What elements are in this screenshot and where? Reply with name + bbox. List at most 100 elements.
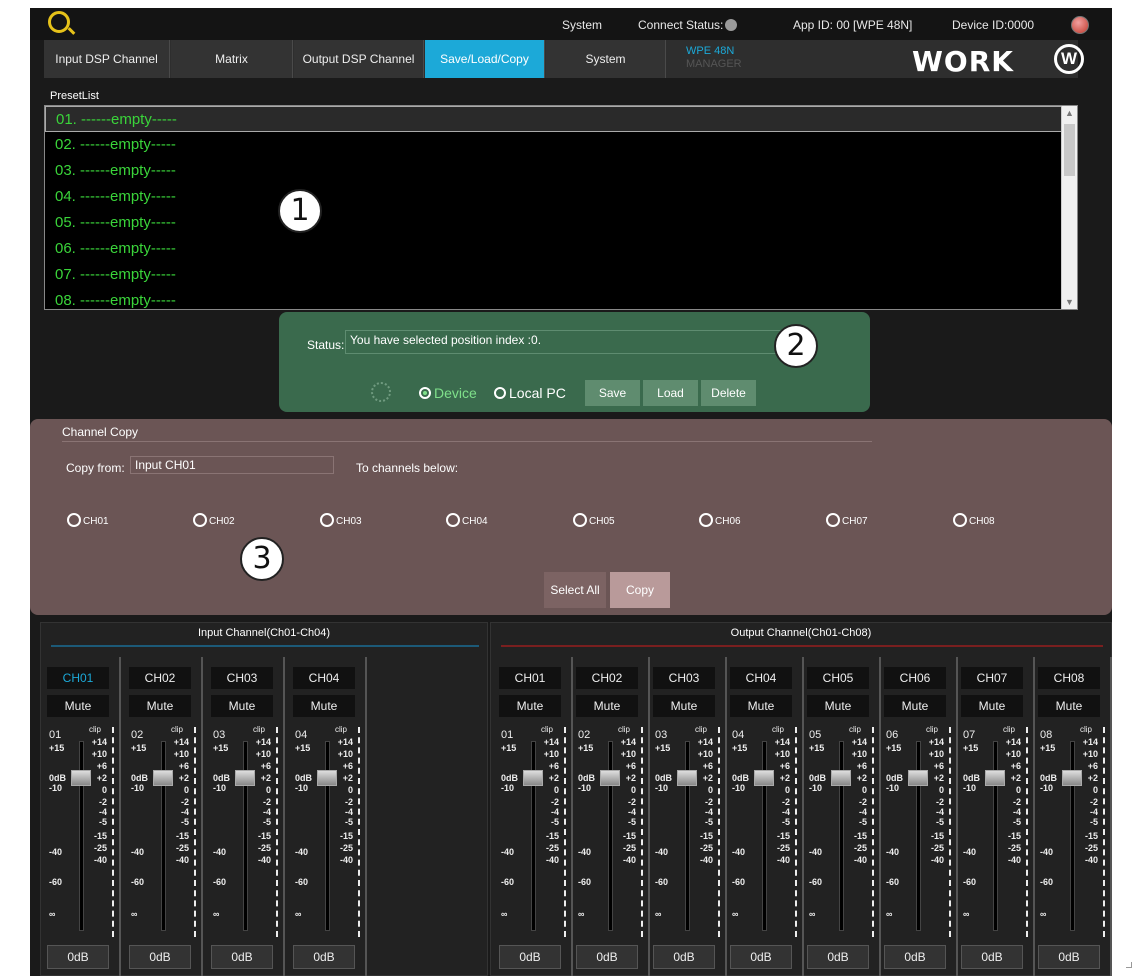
preset-scrollbar[interactable]: ▲ ▼ [1061, 106, 1077, 309]
left-scale-label: -60 [732, 877, 746, 887]
preset-item[interactable]: 01. ------empty----- [45, 106, 1077, 132]
mute-button[interactable]: Mute [1038, 695, 1100, 717]
gain-readout[interactable]: 0dB [1038, 945, 1100, 969]
mute-button[interactable]: Mute [730, 695, 792, 717]
gain-readout[interactable]: 0dB [211, 945, 273, 969]
preset-item[interactable]: 08. ------empty----- [45, 288, 1077, 309]
copy-button[interactable]: Copy [610, 572, 670, 608]
fader-handle[interactable] [831, 770, 851, 786]
select-all-button[interactable]: Select All [544, 572, 606, 608]
right-scale-label: -15 [175, 831, 189, 841]
right-scale-label: +10 [255, 749, 271, 759]
gain-readout[interactable]: 0dB [47, 945, 109, 969]
radio-device[interactable]: Device [419, 385, 477, 401]
load-button[interactable]: Load [643, 380, 698, 406]
mute-button[interactable]: Mute [576, 695, 638, 717]
system-menu[interactable]: System [562, 18, 602, 32]
tab-matrix[interactable]: Matrix [171, 40, 293, 78]
copy-target-ch03[interactable]: CH03 [320, 513, 362, 527]
channel-copy-panel: Channel Copy Copy from: Input CH01 To ch… [30, 419, 1112, 615]
preset-item[interactable]: 05. ------empty----- [45, 210, 1077, 236]
gain-readout[interactable]: 0dB [730, 945, 792, 969]
copy-target-ch02[interactable]: CH02 [193, 513, 235, 527]
gain-readout[interactable]: 0dB [293, 945, 355, 969]
channel-name[interactable]: CH04 [293, 667, 355, 689]
gain-readout[interactable]: 0dB [499, 945, 561, 969]
channel-name[interactable]: CH08 [1038, 667, 1100, 689]
fader-handle[interactable] [153, 770, 173, 786]
mute-button[interactable]: Mute [499, 695, 561, 717]
gain-readout[interactable]: 0dB [653, 945, 715, 969]
preset-item[interactable]: 02. ------empty----- [45, 132, 1077, 158]
close-button[interactable] [1071, 16, 1089, 34]
fader-handle[interactable] [908, 770, 928, 786]
scroll-thumb[interactable] [1064, 124, 1075, 176]
mute-button[interactable]: Mute [293, 695, 355, 717]
fader-handle[interactable] [523, 770, 543, 786]
channel-name[interactable]: CH01 [47, 667, 109, 689]
mute-button[interactable]: Mute [129, 695, 191, 717]
fader-handle[interactable] [317, 770, 337, 786]
fader-handle[interactable] [600, 770, 620, 786]
gain-readout[interactable]: 0dB [129, 945, 191, 969]
channel-name[interactable]: CH01 [499, 667, 561, 689]
save-button[interactable]: Save [585, 380, 640, 406]
channel-name[interactable]: CH03 [211, 667, 273, 689]
channel-name[interactable]: CH02 [129, 667, 191, 689]
mute-button[interactable]: Mute [884, 695, 946, 717]
copy-from-field[interactable]: Input CH01 [130, 456, 334, 474]
preset-item[interactable]: 04. ------empty----- [45, 184, 1077, 210]
marker-3: 3 [240, 537, 284, 581]
gain-readout[interactable]: 0dB [884, 945, 946, 969]
mute-button[interactable]: Mute [961, 695, 1023, 717]
copy-target-ch08[interactable]: CH08 [953, 513, 995, 527]
left-scale-label: -10 [49, 783, 63, 793]
gain-readout[interactable]: 0dB [961, 945, 1023, 969]
preset-item[interactable]: 06. ------empty----- [45, 236, 1077, 262]
copy-target-ch01[interactable]: CH01 [67, 513, 109, 527]
scroll-down-icon[interactable]: ▼ [1065, 297, 1074, 307]
preset-item[interactable]: 07. ------empty----- [45, 262, 1077, 288]
fader-handle[interactable] [235, 770, 255, 786]
fader-handle[interactable] [677, 770, 697, 786]
copy-target-ch05[interactable]: CH05 [573, 513, 615, 527]
preset-item[interactable]: 03. ------empty----- [45, 158, 1077, 184]
copy-target-ch04[interactable]: CH04 [446, 513, 488, 527]
copy-target-ch07[interactable]: CH07 [826, 513, 868, 527]
gain-readout[interactable]: 0dB [807, 945, 869, 969]
left-scale-label: +15 [578, 743, 594, 753]
left-scale-label: -40 [213, 847, 227, 857]
preset-list[interactable]: 01. ------empty----- 02. ------empty-----… [44, 105, 1078, 310]
right-scale-label: -40 [930, 855, 944, 865]
resize-grip-icon[interactable] [1126, 962, 1132, 968]
scroll-up-icon[interactable]: ▲ [1065, 108, 1074, 118]
channel-name[interactable]: CH07 [961, 667, 1023, 689]
fader-handle[interactable] [1062, 770, 1082, 786]
mute-button[interactable]: Mute [653, 695, 715, 717]
channel-name[interactable]: CH03 [653, 667, 715, 689]
channel-name[interactable]: CH04 [730, 667, 792, 689]
left-scale-label: ∞ [501, 909, 508, 919]
channel-name[interactable]: CH02 [576, 667, 638, 689]
radio-local-pc[interactable]: Local PC [494, 385, 566, 401]
gain-readout[interactable]: 0dB [576, 945, 638, 969]
fader-handle[interactable] [985, 770, 1005, 786]
fader-handle[interactable] [71, 770, 91, 786]
tab-output-dsp-channel[interactable]: Output DSP Channel [294, 40, 424, 78]
tab-system[interactable]: System [546, 40, 666, 78]
channel-name[interactable]: CH05 [807, 667, 869, 689]
left-scale-label: -40 [732, 847, 746, 857]
mute-button[interactable]: Mute [211, 695, 273, 717]
copy-target-ch06[interactable]: CH06 [699, 513, 741, 527]
tab-save-load-copy[interactable]: Save/Load/Copy [425, 40, 545, 78]
right-scale-label: -40 [175, 855, 189, 865]
mute-button[interactable]: Mute [47, 695, 109, 717]
delete-button[interactable]: Delete [701, 380, 756, 406]
left-scale-label: -60 [49, 877, 63, 887]
fader-handle[interactable] [754, 770, 774, 786]
mute-button[interactable]: Mute [807, 695, 869, 717]
tab-input-dsp-channel[interactable]: Input DSP Channel [44, 40, 170, 78]
channel-name[interactable]: CH06 [884, 667, 946, 689]
right-scale-label: -5 [262, 817, 271, 827]
clip-indicator: clip [695, 725, 708, 734]
